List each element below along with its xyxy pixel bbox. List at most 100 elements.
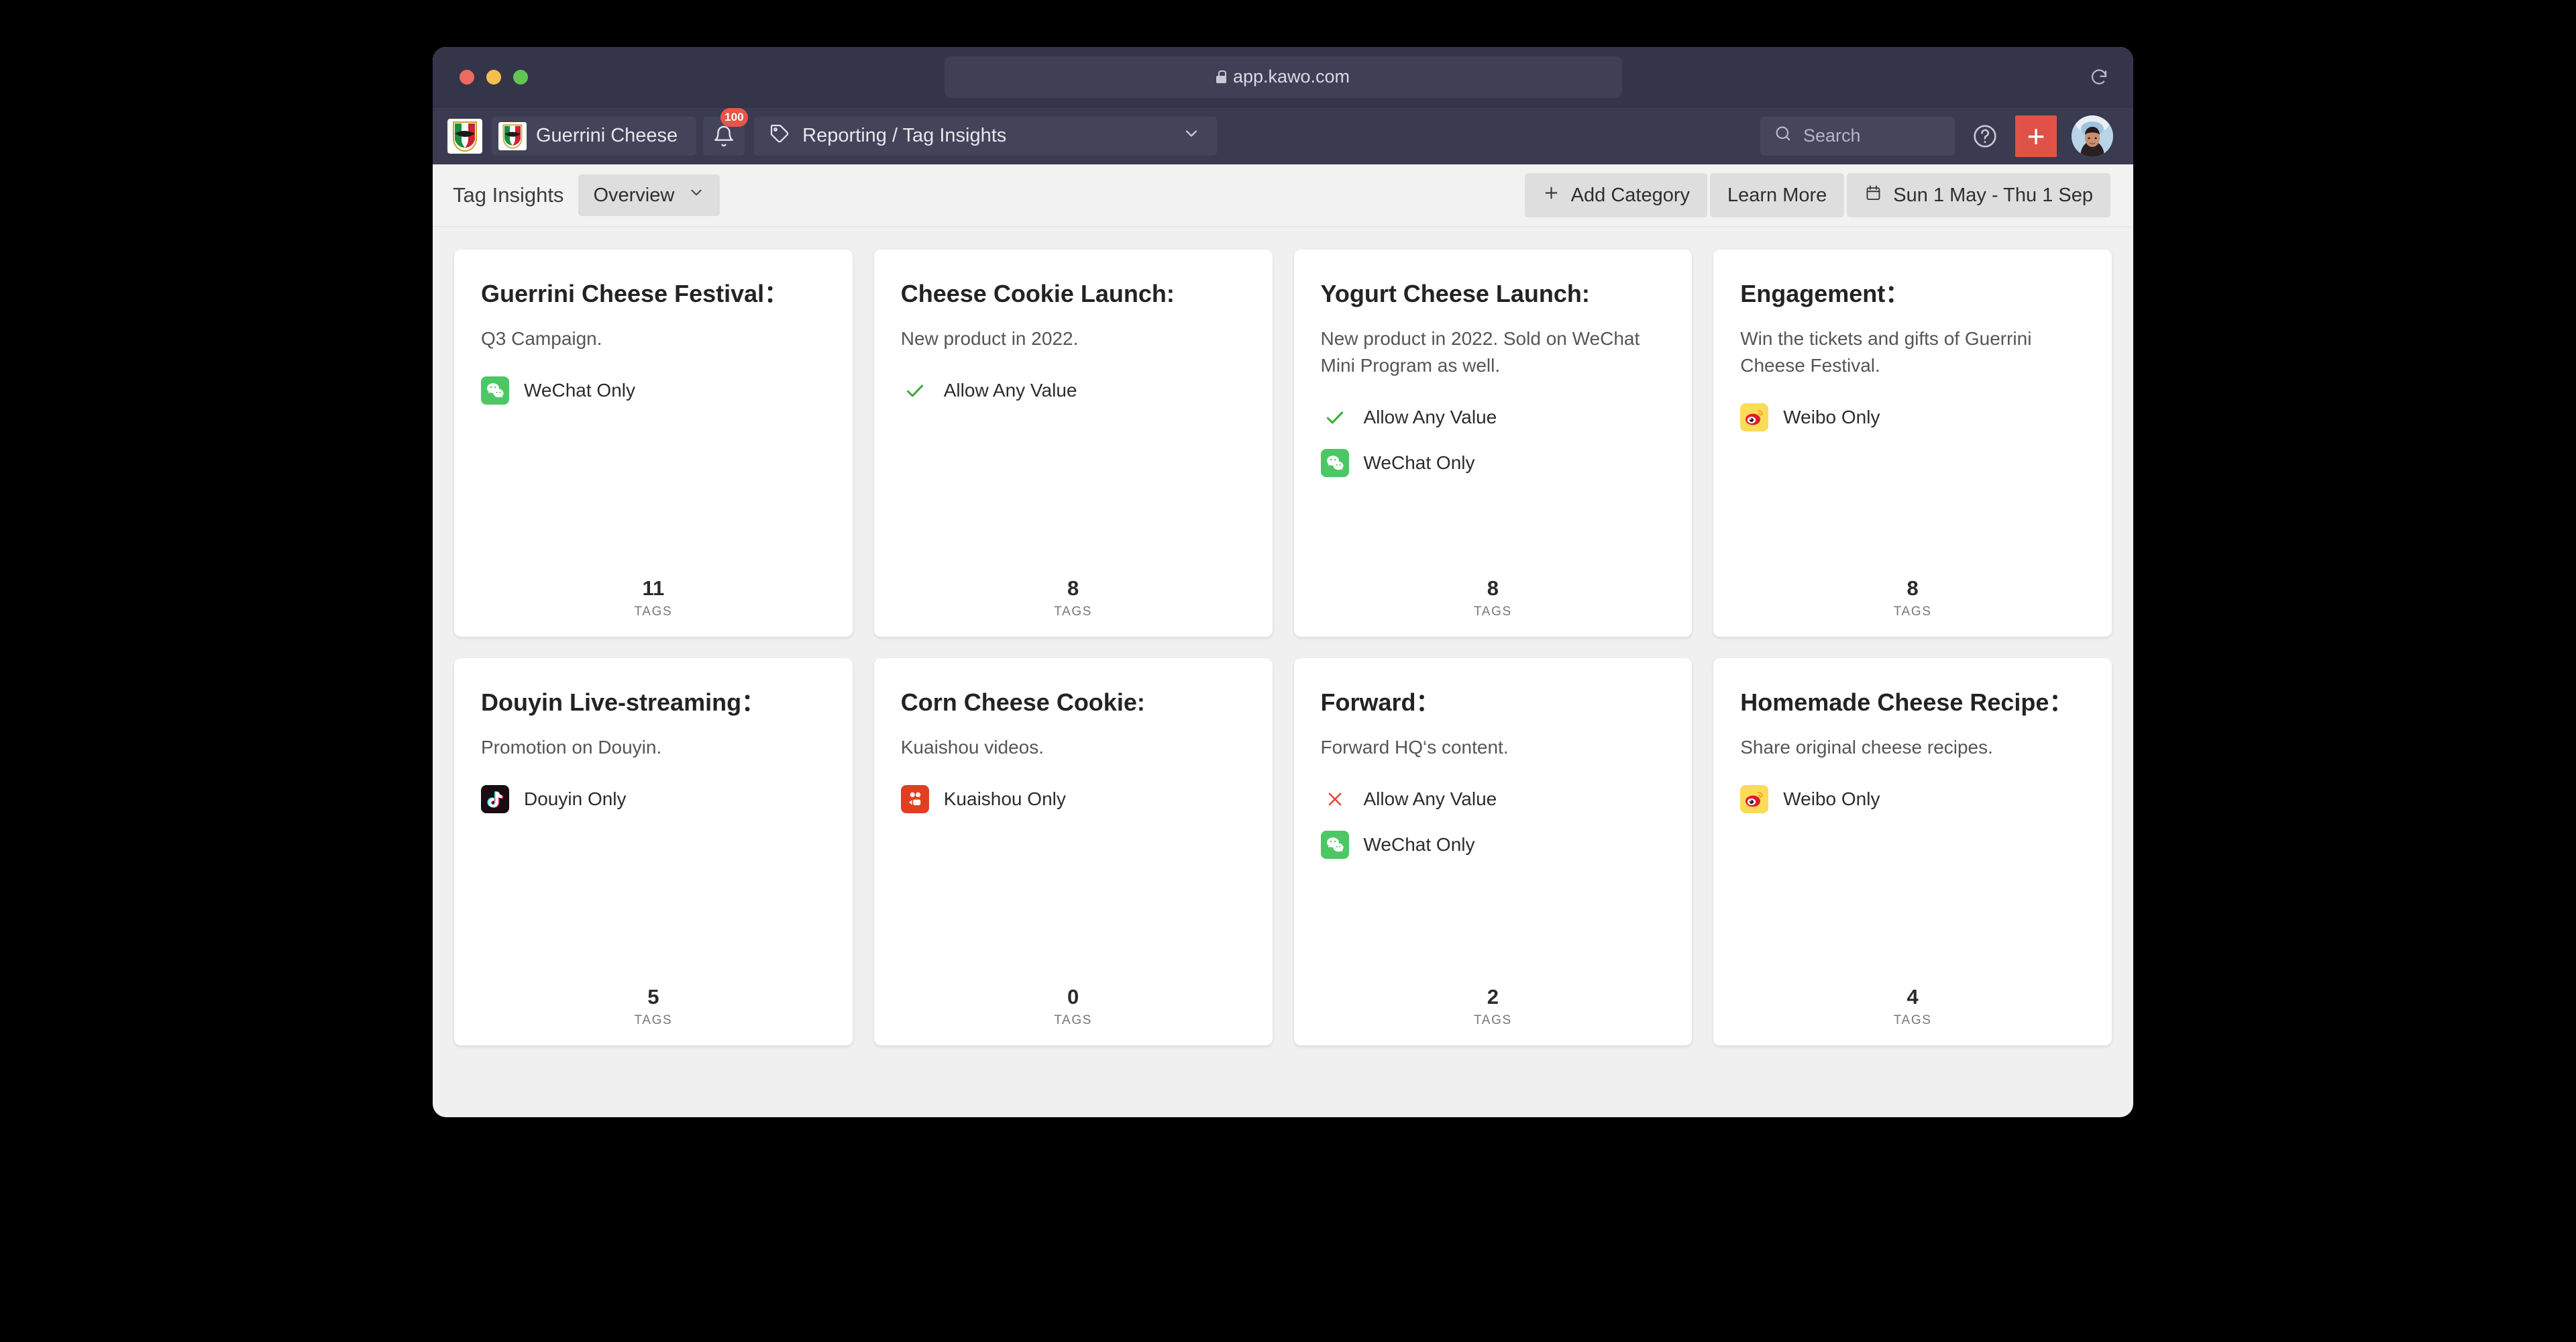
tag-category-title: Engagement：	[1740, 279, 2085, 308]
tag-category-flag: WeChat Only	[481, 376, 826, 405]
tag-category-flags: Kuaishou Only	[901, 785, 1246, 813]
tag-category-title: Yogurt Cheese Launch:	[1321, 279, 1666, 308]
tag-count-label: TAGS	[1740, 605, 2085, 619]
chevron-down-icon	[688, 184, 705, 207]
calendar-icon	[1864, 184, 1882, 207]
tag-category-card[interactable]: Cheese Cookie Launch:New product in 2022…	[874, 250, 1273, 637]
tag-category-description: Kuaishou videos.	[901, 734, 1246, 761]
avatar[interactable]	[2072, 115, 2113, 157]
tag-count-label: TAGS	[481, 1013, 826, 1028]
help-circle-icon[interactable]	[1970, 121, 2000, 152]
section-nav-select[interactable]: Reporting / Tag Insights	[754, 117, 1217, 156]
tag-category-card[interactable]: Corn Cheese Cookie: Kuaishou videos. Kuais…	[874, 658, 1273, 1045]
lock-icon	[1216, 70, 1226, 83]
date-range-label: Sun 1 May - Thu 1 Sep	[1893, 185, 2093, 207]
cross-icon	[1321, 785, 1349, 813]
learn-more-label: Learn More	[1727, 185, 1827, 207]
plus-icon: +	[2027, 121, 2045, 152]
tag-count-value: 11	[481, 577, 826, 600]
tag-count-footer: 5TAGS	[481, 986, 826, 1028]
tag-category-flag-label: Allow Any Value	[944, 380, 1077, 401]
tag-category-description: Q3 Campaign.	[481, 325, 826, 352]
tag-category-title: Homemade Cheese Recipe：	[1740, 688, 2085, 717]
tag-count-label: TAGS	[1321, 1013, 1666, 1028]
tag-category-flag: WeChat Only	[1321, 449, 1666, 477]
tag-count-footer: 8TAGS	[1321, 577, 1666, 619]
wechat-icon	[1321, 831, 1349, 859]
plus-icon	[1542, 184, 1560, 207]
tag-category-title: Cheese Cookie Launch:	[901, 279, 1246, 308]
tag-count-label: TAGS	[1321, 605, 1666, 619]
header-actions: Search +	[1760, 115, 2113, 157]
page-title: Tag Insights	[453, 183, 564, 207]
zoom-window-button[interactable]	[513, 70, 528, 85]
minimize-window-button[interactable]	[486, 70, 501, 85]
tag-count-footer: 4TAGS	[1740, 986, 2085, 1028]
tag-count-footer: 11 TAGS	[481, 577, 826, 619]
section-nav-label: Reporting / Tag Insights	[802, 125, 1170, 147]
tag-category-description: Forward HQ‘s content.	[1321, 734, 1666, 761]
tag-category-flags: Douyin Only	[481, 785, 826, 813]
tag-category-flag: WeChat Only	[1321, 831, 1666, 859]
tag-count-footer: 8TAGS	[1740, 577, 2085, 619]
tag-category-flag-label: Allow Any Value	[1364, 407, 1497, 428]
tag-count-footer: 2 TAGS	[1321, 986, 1666, 1028]
view-mode-select[interactable]: Overview	[578, 174, 720, 216]
tag-category-flags: Weibo Only	[1740, 785, 2085, 813]
tag-category-flag-label: Weibo Only	[1783, 788, 1880, 810]
tag-category-flag: Douyin Only	[481, 785, 826, 813]
tag-count-footer: 0TAGS	[901, 986, 1246, 1028]
tag-category-card[interactable]: Engagement：Win the tickets and gifts of …	[1713, 250, 2112, 637]
tag-count-value: 4	[1740, 986, 2085, 1009]
tag-category-flag: Allow Any Value	[901, 376, 1246, 405]
tag-category-flag-label: Kuaishou Only	[944, 788, 1066, 810]
tag-category-flag: Weibo Only	[1740, 785, 2085, 813]
tag-category-flag: Allow Any Value	[1321, 403, 1666, 431]
date-range-picker[interactable]: Sun 1 May - Thu 1 Sep	[1847, 173, 2110, 217]
tag-category-card[interactable]: Yogurt Cheese Launch:New product in 2022…	[1294, 250, 1693, 637]
tag-category-card[interactable]: Homemade Cheese Recipe：Share original ch…	[1713, 658, 2112, 1045]
tag-category-card[interactable]: Douyin Live-streaming：Promotion on Douyi…	[454, 658, 853, 1045]
app-header: Guerrini Cheese 100 Reporting / Tag Insi…	[433, 107, 2133, 164]
tag-category-flag-label: Allow Any Value	[1364, 788, 1497, 810]
kuaishou-icon	[901, 785, 929, 813]
add-button[interactable]: +	[2015, 115, 2057, 157]
browser-window: app.kawo.com	[433, 47, 2133, 1117]
tag-categories-grid: Guerrini Cheese Festival： Q3 Campaign. WeC…	[454, 250, 2112, 1045]
tag-count-value: 8	[901, 577, 1246, 600]
address-bar[interactable]: app.kawo.com	[945, 56, 1622, 98]
add-category-button[interactable]: Add Category	[1525, 173, 1707, 217]
tag-category-title: Forward：	[1321, 688, 1666, 717]
weibo-icon	[1740, 785, 1768, 813]
learn-more-button[interactable]: Learn More	[1710, 173, 1844, 217]
tag-category-flag-label: WeChat Only	[524, 380, 635, 401]
wechat-icon	[481, 376, 509, 405]
tag-category-flag-label: WeChat Only	[1364, 834, 1475, 856]
tag-category-flag-label: Douyin Only	[524, 788, 627, 810]
reload-icon[interactable]	[2088, 66, 2110, 89]
check-icon	[1321, 403, 1349, 431]
tag-count-value: 2	[1321, 986, 1666, 1009]
weibo-icon	[1740, 403, 1768, 431]
browser-titlebar: app.kawo.com	[433, 47, 2133, 107]
notifications-button[interactable]: 100	[703, 117, 745, 156]
traffic-lights[interactable]	[460, 70, 528, 85]
tag-category-card[interactable]: Guerrini Cheese Festival： Q3 Campaign. WeC…	[454, 250, 853, 637]
tag-category-flag-label: WeChat Only	[1364, 452, 1475, 474]
tag-category-flag: Allow Any Value	[1321, 785, 1666, 813]
close-window-button[interactable]	[460, 70, 474, 85]
workspace-logo-icon	[498, 122, 527, 150]
notification-badge: 100	[720, 108, 747, 127]
add-category-label: Add Category	[1571, 185, 1690, 207]
tag-icon	[769, 123, 790, 150]
guerrini-shield-logo[interactable]	[447, 119, 482, 154]
workspace-switcher[interactable]: Guerrini Cheese	[492, 117, 696, 156]
tag-category-title: Douyin Live-streaming：	[481, 688, 826, 717]
tag-category-card[interactable]: Forward： Forward HQ‘s content. Allow Any V…	[1294, 658, 1693, 1045]
tag-category-title: Guerrini Cheese Festival：	[481, 279, 826, 308]
search-placeholder: Search	[1803, 125, 1861, 146]
search-input[interactable]: Search	[1760, 117, 1955, 156]
tag-category-title: Corn Cheese Cookie:	[901, 688, 1246, 717]
tag-category-flag: Kuaishou Only	[901, 785, 1246, 813]
tag-count-label: TAGS	[481, 605, 826, 619]
